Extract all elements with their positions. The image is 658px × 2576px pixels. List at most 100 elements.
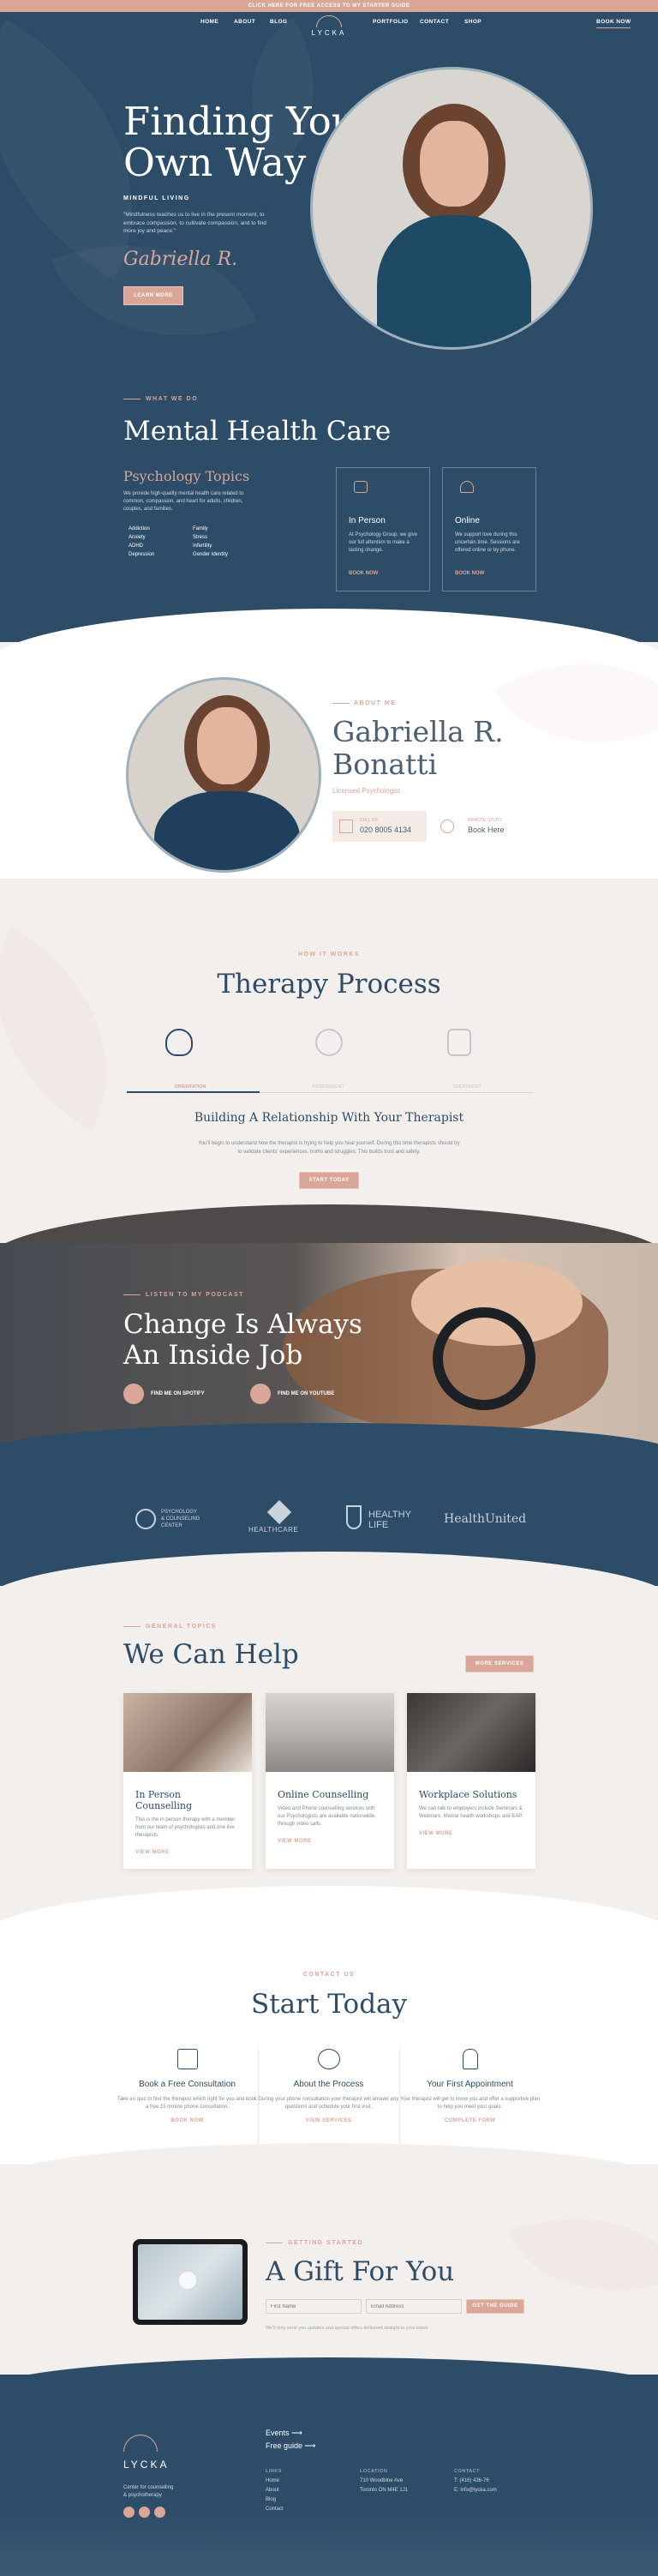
- view-services-link[interactable]: VIEW SERVICES: [258, 2118, 399, 2123]
- gift-note: We'll only send you updates and special …: [266, 2326, 429, 2331]
- chair-icon: [462, 2049, 478, 2069]
- divider: [123, 1626, 141, 1627]
- logo-text: LYCKA: [311, 29, 347, 37]
- card-text: We support love during this uncertain ti…: [455, 532, 520, 553]
- footer-phone[interactable]: T: (416) 436-76: [454, 2477, 497, 2486]
- hero-quote: "Mindfulness teaches us to live in the p…: [123, 212, 266, 234]
- remote-study-box[interactable]: REMOTE STUDY Book Here: [437, 811, 514, 842]
- calendar-icon: [176, 2049, 198, 2069]
- signature: Gabriella R.: [123, 249, 238, 270]
- about-label: ABOUT ME: [354, 700, 397, 706]
- book-now-link[interactable]: BOOK NOW: [349, 571, 378, 576]
- card-title: Online: [455, 516, 480, 525]
- col-text: During your phone consultation your ther…: [258, 2097, 399, 2110]
- help-card-in-person[interactable]: In Person Counselling This is the in per…: [123, 1693, 252, 1869]
- list-item: ADHD: [129, 543, 144, 549]
- book-now-nav-button[interactable]: BOOK NOW: [596, 19, 631, 28]
- about-name: Gabriella R. Bonatti: [332, 715, 504, 781]
- get-guide-button[interactable]: GET THE GUIDE: [466, 2299, 524, 2314]
- therapy-label: HOW IT WORKS: [297, 952, 361, 958]
- col-title: Book a Free Consultation: [139, 2080, 236, 2089]
- brain-icon[interactable]: [165, 1029, 193, 1056]
- about-portrait: [126, 677, 321, 873]
- mhc-label: WHAT WE DO: [146, 396, 199, 402]
- head-gear-icon[interactable]: [315, 1029, 343, 1056]
- mountain-silhouette: [0, 2503, 658, 2576]
- list-item: Addiction: [129, 526, 150, 531]
- book-now-link[interactable]: BOOK NOW: [455, 571, 484, 576]
- email-input[interactable]: [366, 2299, 462, 2314]
- help-label: GENERAL TOPICS: [146, 1624, 217, 1630]
- nav-shop[interactable]: SHOP: [464, 19, 482, 25]
- start-today-button[interactable]: START TODAY: [299, 1172, 359, 1189]
- list-item: Gender Identity: [193, 552, 229, 557]
- facebook-icon[interactable]: [123, 2507, 135, 2518]
- step-assessment[interactable]: ASSESSMENT: [260, 1084, 397, 1090]
- youtube-link[interactable]: FIND ME ON YOUTUBE: [278, 1391, 334, 1396]
- footer-links-col: LINKS Home About Blog Contact: [266, 2467, 284, 2514]
- footer-events-link[interactable]: Events ⟶: [266, 2429, 302, 2438]
- more-services-button[interactable]: MORE SERVICES: [465, 1655, 534, 1672]
- first-name-input[interactable]: [266, 2299, 362, 2314]
- instagram-icon[interactable]: [154, 2507, 165, 2518]
- book-here-link[interactable]: Book Here: [468, 826, 505, 834]
- phone-number[interactable]: 020 8005 4134: [360, 826, 411, 834]
- step-treatment[interactable]: TREATMENT: [403, 1084, 531, 1090]
- partner-logo-3: HEALTHY LIFE: [368, 1510, 411, 1530]
- twitter-icon[interactable]: [139, 2507, 150, 2518]
- headphones-icon: [460, 481, 474, 493]
- play-icon[interactable]: [179, 2272, 196, 2289]
- wave-divider: [0, 1552, 658, 1654]
- nav-about[interactable]: ABOUT: [234, 19, 255, 25]
- step-orientation[interactable]: ORIENTATION: [127, 1084, 254, 1090]
- footer-free-guide-link[interactable]: Free guide ⟶: [266, 2441, 315, 2451]
- view-more-link[interactable]: VIEW MORE: [135, 1850, 240, 1855]
- tablet-mockup: [133, 2239, 248, 2325]
- footer-link-contact[interactable]: Contact: [266, 2505, 284, 2514]
- call-label: CALL US: [360, 818, 378, 823]
- start-col-process: About the Process During your phone cons…: [258, 2049, 399, 2123]
- view-more-link[interactable]: VIEW MORE: [419, 1831, 523, 1836]
- nav-home[interactable]: HOME: [200, 19, 218, 25]
- nav-portfolio[interactable]: PORTFOLIO: [373, 19, 409, 25]
- in-person-card[interactable]: In Person At Psychology Group, we give o…: [336, 467, 430, 591]
- footer-logo[interactable]: LYCKA: [123, 2459, 169, 2471]
- hand-leaf-icon: [346, 1505, 362, 1529]
- partner-logo-1: PSYCHOLOGY & COUNSELING CENTER: [161, 1510, 200, 1528]
- site-logo[interactable]: LYCKA: [306, 15, 352, 37]
- card-text: We can talk to employers include Seminar…: [419, 1806, 523, 1819]
- online-card[interactable]: Online We support love during this uncer…: [442, 467, 536, 591]
- divider: [123, 1294, 141, 1295]
- nav-blog[interactable]: BLOG: [270, 19, 287, 25]
- footer-link-about[interactable]: About: [266, 2486, 284, 2495]
- help-card-online[interactable]: Online Counselling Video and Phone couns…: [266, 1693, 394, 1869]
- medicine-icon[interactable]: [447, 1029, 471, 1056]
- list-item: Anxiety: [129, 535, 146, 540]
- play-icon[interactable]: [250, 1384, 271, 1404]
- footer-link-blog[interactable]: Blog: [266, 2495, 284, 2505]
- wave-divider: [0, 879, 658, 982]
- help-card-workplace[interactable]: Workplace Solutions We can talk to emplo…: [407, 1693, 535, 1869]
- view-more-link[interactable]: VIEW MORE: [278, 1839, 382, 1844]
- partner-logo-4: HealthUnited: [444, 1512, 527, 1526]
- card-text: This is the in person therapy with a mem…: [135, 1817, 236, 1838]
- therapy-title: Therapy Process: [217, 969, 441, 1000]
- card-title: Online Counselling: [278, 1789, 369, 1800]
- psych-logo-icon: [135, 1509, 156, 1529]
- nav-contact[interactable]: CONTACT: [420, 19, 449, 25]
- call-us-box[interactable]: CALL US 020 8005 4134: [332, 811, 427, 842]
- podcast-title: Change Is Always An Inside Job: [123, 1309, 362, 1371]
- card-title: In Person Counselling: [135, 1789, 193, 1811]
- spotify-icon[interactable]: [123, 1384, 144, 1404]
- footer-link-home[interactable]: Home: [266, 2477, 284, 2486]
- learn-more-button[interactable]: LEARN MORE: [123, 286, 183, 305]
- footer-tagline: Center for counselling & psychotherapy: [123, 2485, 174, 2498]
- hero-subtitle: MINDFUL LIVING: [123, 195, 190, 201]
- announcement-text[interactable]: CLICK HERE FOR FREE ACCESS TO MY STARTER…: [248, 3, 410, 9]
- book-now-link[interactable]: BOOK NOW: [117, 2118, 258, 2123]
- footer-email[interactable]: E: info@lycka.com: [454, 2486, 497, 2495]
- complete-form-link[interactable]: COMPLETE FORM: [399, 2118, 541, 2123]
- top-announcement-bar[interactable]: CLICK HERE FOR FREE ACCESS TO MY STARTER…: [0, 0, 658, 12]
- spotify-link[interactable]: FIND ME ON SPOTIFY: [151, 1391, 205, 1396]
- topics-list-a: Addiction Anxiety ADHD Depression: [129, 525, 154, 559]
